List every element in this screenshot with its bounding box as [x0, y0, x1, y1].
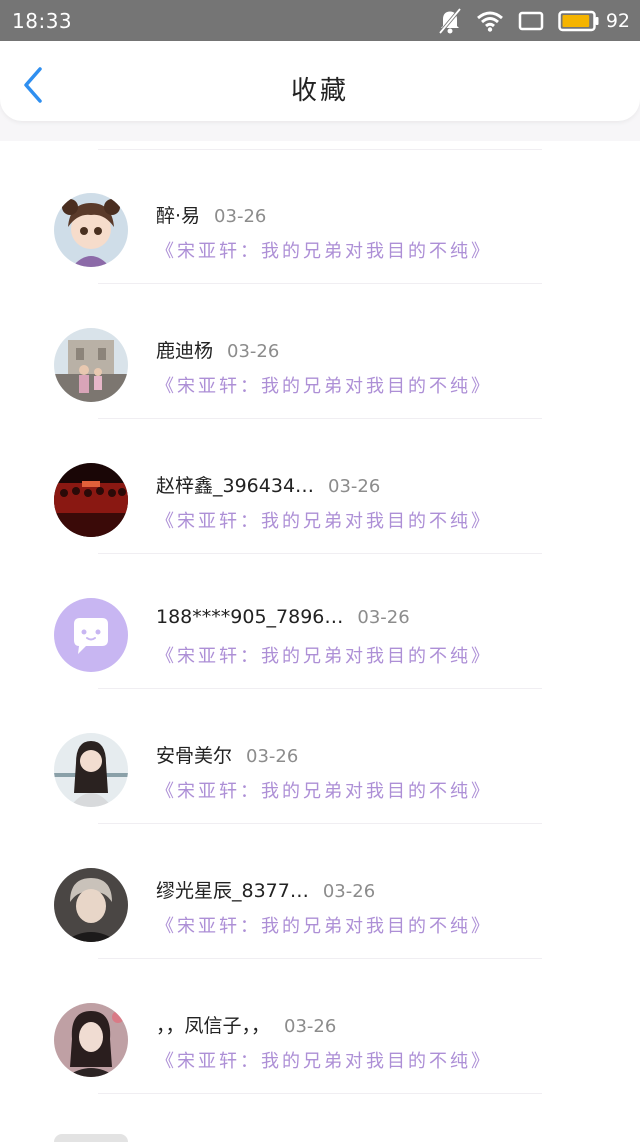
page-title: 收藏: [290, 76, 349, 106]
status-icons: 92: [438, 6, 630, 36]
user-name: 缪光星辰_8377…: [156, 880, 309, 902]
favorite-title[interactable]: 《宋亚轩：我的兄弟对我目的不纯》: [156, 777, 492, 803]
avatar[interactable]: [54, 1003, 128, 1077]
screen-icon: [518, 11, 544, 31]
favorite-date: 03-26: [246, 746, 299, 767]
favorite-date: 03-26: [227, 341, 280, 362]
favorite-date: 03-26: [322, 881, 376, 902]
favorite-title[interactable]: 《宋亚轩：我的兄弟对我目的不纯》: [156, 912, 492, 938]
favorite-title[interactable]: 《宋亚轩：我的兄弟对我目的不纯》: [156, 372, 492, 398]
avatar[interactable]: [54, 328, 128, 402]
favorite-item[interactable]: 赵梓鑫_396434… 03-26 《宋亚轩：我的兄弟对我目的不纯》: [0, 411, 640, 554]
favorite-title[interactable]: 《宋亚轩：我的兄弟对我目的不纯》: [156, 642, 492, 668]
favorite-item[interactable]: 安骨美尔 03-26 《宋亚轩：我的兄弟对我目的不纯》: [0, 681, 640, 824]
favorite-item[interactable]: 缪光星辰_8377… 03-26 《宋亚轩：我的兄弟对我目的不纯》: [0, 816, 640, 959]
favorite-title[interactable]: 《宋亚轩：我的兄弟对我目的不纯》: [156, 507, 492, 533]
favorite-item[interactable]: 鹿迪杨 03-26 《宋亚轩：我的兄弟对我目的不纯》: [0, 276, 640, 419]
favorite-date: 03-26: [214, 206, 267, 227]
favorite-item[interactable]: 醉·易 03-26 《宋亚轩：我的兄弟对我目的不纯》: [0, 141, 640, 284]
status-time: 18:33: [12, 9, 73, 33]
battery-level: 92: [605, 10, 630, 32]
avatar[interactable]: [54, 463, 128, 537]
app-header: 收藏: [0, 41, 640, 121]
battery-icon: [558, 10, 599, 32]
status-bar: 18:33 92: [0, 0, 640, 41]
favorite-date: 03-26: [328, 476, 381, 497]
favorite-title[interactable]: 《宋亚轩：我的兄弟对我目的不纯》: [156, 237, 492, 263]
wifi-icon: [476, 11, 503, 32]
avatar: [54, 1134, 128, 1142]
favorite-date: 03-26: [284, 1016, 337, 1037]
user-name: ，，凤信子，，: [156, 1015, 271, 1037]
user-name: 醉·易: [156, 205, 201, 227]
user-name: 安骨美尔: [156, 745, 233, 767]
favorite-item[interactable]: 188****905_7896… 03-26 《宋亚轩：我的兄弟对我目的不纯》: [0, 546, 640, 689]
divider: [98, 1093, 542, 1094]
user-name: 赵梓鑫_396434…: [156, 475, 315, 497]
user-name: 鹿迪杨: [156, 340, 214, 362]
avatar[interactable]: [54, 193, 128, 267]
battery: 92: [558, 10, 630, 32]
favorite-title[interactable]: 《宋亚轩：我的兄弟对我目的不纯》: [156, 1047, 492, 1073]
avatar[interactable]: [54, 868, 128, 942]
mute-bell-icon: [438, 8, 462, 34]
favorite-date: 03-26: [357, 607, 410, 628]
favorite-item[interactable]: ，，凤信子，， 03-26 《宋亚轩：我的兄弟对我目的不纯》: [0, 951, 640, 1094]
user-name: 188****905_7896…: [156, 606, 344, 628]
avatar[interactable]: [54, 733, 128, 807]
default-avatar[interactable]: [54, 598, 128, 672]
